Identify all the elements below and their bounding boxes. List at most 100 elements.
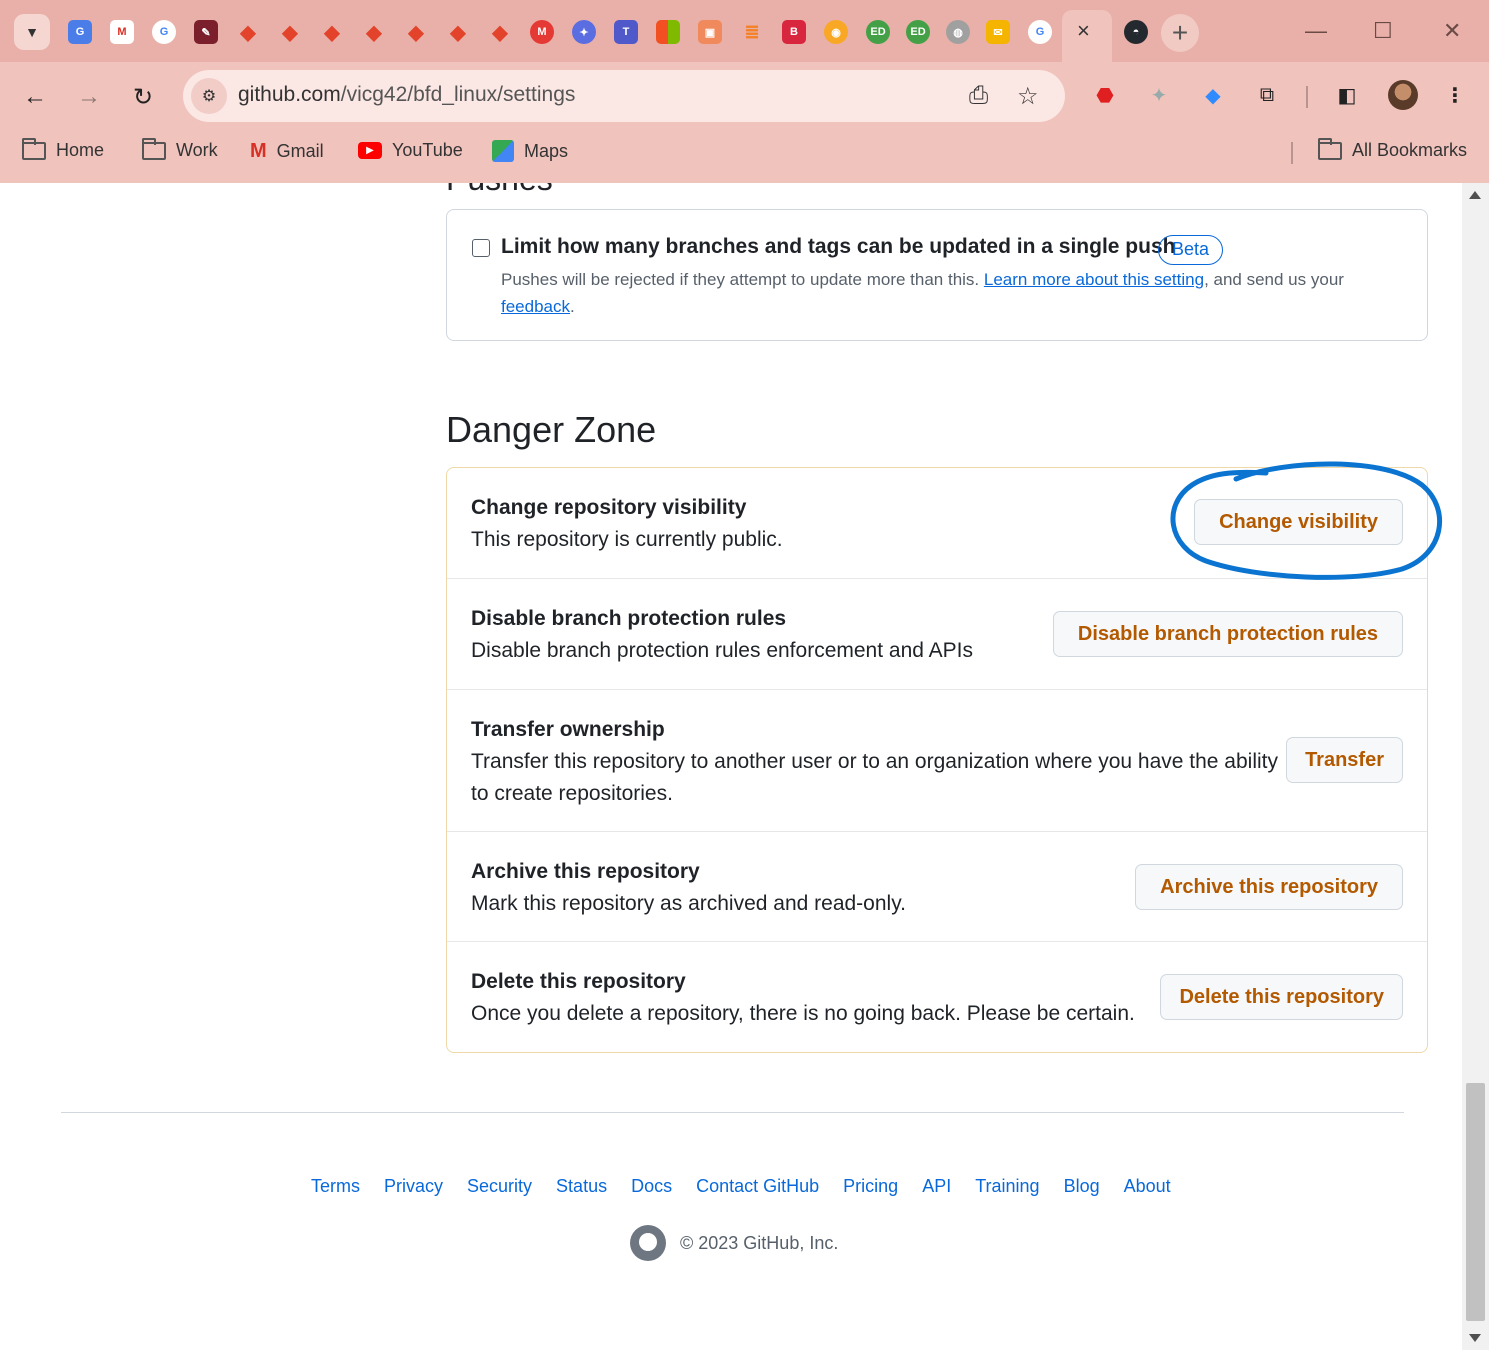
microsoft-tab-icon[interactable] — [656, 20, 680, 44]
copilot-tab-icon[interactable]: ✦ — [572, 20, 596, 44]
globe-tab-icon[interactable]: ◍ — [946, 20, 970, 44]
footer-link-about[interactable]: About — [1124, 1176, 1171, 1197]
tab-close-icon[interactable]: × — [1077, 19, 1090, 43]
bookmark-maps[interactable]: Maps — [492, 140, 568, 162]
extensions-puzzle-icon[interactable]: ⧉ — [1252, 80, 1282, 110]
app-tab-icon[interactable]: ✎ — [194, 20, 218, 44]
danger-row-archive: Archive this repository Mark this reposi… — [447, 831, 1427, 941]
footer-link-status[interactable]: Status — [556, 1176, 607, 1197]
window-close-icon[interactable]: ✕ — [1443, 16, 1461, 46]
row-title: Change repository visibility — [471, 496, 747, 519]
url-domain: github.com — [238, 83, 341, 106]
bookmark-work[interactable]: Work — [142, 137, 218, 161]
ed-tab-icon[interactable]: ED — [906, 20, 930, 44]
transfer-button[interactable]: Transfer — [1286, 737, 1403, 783]
limit-pushes-label[interactable]: Limit how many branches and tags can be … — [501, 235, 1175, 259]
row-title: Delete this repository — [471, 970, 686, 993]
bookmark-label: Gmail — [276, 141, 324, 161]
delete-repository-button[interactable]: Delete this repository — [1160, 974, 1403, 1020]
app-tab-icon[interactable]: ◉ — [824, 20, 848, 44]
forward-icon[interactable]: → — [72, 80, 106, 114]
github-tab-icon[interactable]: ◓ — [1124, 20, 1148, 44]
maximize-icon[interactable]: ☐ — [1373, 16, 1393, 46]
profile-avatar[interactable] — [1388, 80, 1418, 110]
gitlab-tab-icon[interactable]: ◆ — [404, 20, 428, 44]
side-panel-icon[interactable]: ◧ — [1332, 80, 1362, 110]
install-app-icon[interactable]: ⎙ — [969, 82, 988, 110]
gitlab-tab-icon[interactable]: ◆ — [278, 20, 302, 44]
desc-text: , and send us your — [1204, 270, 1344, 289]
site-info-icon[interactable]: ⚙ — [191, 78, 227, 114]
microchip-tab-icon[interactable]: M — [530, 20, 554, 44]
youtube-icon: ▶ — [358, 142, 382, 159]
scrollbar-thumb[interactable] — [1466, 1083, 1485, 1321]
scroll-up-icon[interactable] — [1469, 191, 1481, 199]
footer-link-api[interactable]: API — [922, 1176, 951, 1197]
limit-pushes-checkbox[interactable] — [472, 239, 490, 257]
url-path: /vicg42/bfd_linux/settings — [340, 83, 576, 106]
address-bar[interactable]: ⚙ github.com/vicg42/bfd_linux/settings ⎙… — [183, 70, 1065, 122]
footer-link-pricing[interactable]: Pricing — [843, 1176, 898, 1197]
footer-link-terms[interactable]: Terms — [311, 1176, 360, 1197]
footer-link-docs[interactable]: Docs — [631, 1176, 672, 1197]
bookmark-gmail[interactable]: M Gmail — [250, 140, 324, 163]
learn-more-link[interactable]: Learn more about this setting — [984, 270, 1204, 289]
adblock-extension-icon[interactable]: ⬣ — [1090, 80, 1120, 110]
google-translate-tab-icon[interactable]: G — [68, 20, 92, 44]
mail-tab-icon[interactable]: ✉ — [986, 20, 1010, 44]
gitlab-tab-icon[interactable]: ◆ — [320, 20, 344, 44]
gitlab-tab-icon[interactable]: ◆ — [488, 20, 512, 44]
bookmark-label: Work — [176, 140, 218, 160]
bookmarks-bar: Home Work M Gmail ▶ YouTube Maps All Boo… — [0, 132, 1489, 172]
browser-toolbar: ← → ↻ ⚙ github.com/vicg42/bfd_linux/sett… — [0, 62, 1489, 132]
bookmark-home[interactable]: Home — [22, 137, 105, 161]
footer-link-security[interactable]: Security — [467, 1176, 532, 1197]
app-tab-icon[interactable]: ▣ — [698, 20, 722, 44]
limit-pushes-description: Pushes will be rejected if they attempt … — [501, 266, 1411, 320]
row-description: Disable branch protection rules enforcem… — [471, 639, 973, 662]
google-tab-icon[interactable]: G — [152, 20, 176, 44]
scroll-down-icon[interactable] — [1469, 1334, 1481, 1342]
archive-repository-button[interactable]: Archive this repository — [1135, 864, 1403, 910]
footer-links: Terms Privacy Security Status Docs Conta… — [311, 1176, 1171, 1197]
gmail-tab-icon[interactable]: M — [110, 20, 134, 44]
more-menu-icon[interactable]: ⋮ — [1440, 80, 1470, 110]
tab-search-button[interactable]: ▼ — [14, 14, 50, 50]
stackoverflow-tab-icon[interactable]: ≣ — [740, 20, 764, 44]
vpn-extension-icon[interactable]: ◆ — [1198, 80, 1228, 110]
reload-icon[interactable]: ↻ — [126, 80, 160, 114]
new-tab-button[interactable]: + — [1161, 14, 1199, 52]
all-bookmarks[interactable]: All Bookmarks — [1318, 137, 1467, 161]
bookmark-star-icon[interactable]: ☆ — [1017, 82, 1039, 111]
bookmark-youtube[interactable]: ▶ YouTube — [358, 140, 463, 161]
footer-copyright: © 2023 GitHub, Inc. — [630, 1225, 838, 1261]
brave-tab-icon[interactable]: B — [782, 20, 806, 44]
bookmark-label: Home — [56, 140, 105, 160]
row-description: Transfer this repository to another user… — [471, 750, 1278, 805]
github-logo-icon[interactable] — [630, 1225, 666, 1261]
footer-link-privacy[interactable]: Privacy — [384, 1176, 443, 1197]
footer-link-training[interactable]: Training — [975, 1176, 1039, 1197]
gitlab-tab-icon[interactable]: ◆ — [362, 20, 386, 44]
footer-link-contact[interactable]: Contact GitHub — [696, 1176, 819, 1197]
ed-tab-icon[interactable]: ED — [866, 20, 890, 44]
danger-zone-title: Danger Zone — [446, 409, 657, 450]
feedback-link[interactable]: feedback — [501, 297, 570, 316]
footer-divider — [61, 1112, 1404, 1113]
disable-branch-protection-button[interactable]: Disable branch protection rules — [1052, 611, 1403, 657]
folder-icon — [22, 137, 46, 160]
gitlab-tab-icon[interactable]: ◆ — [236, 20, 260, 44]
danger-row-delete: Delete this repository Once you delete a… — [447, 941, 1427, 1052]
url-text[interactable]: github.com/vicg42/bfd_linux/settings — [238, 83, 575, 107]
minimize-icon[interactable]: — — [1305, 16, 1327, 46]
teams-tab-icon[interactable]: T — [614, 20, 638, 44]
vertical-scrollbar[interactable] — [1462, 183, 1489, 1350]
google-tab-icon[interactable]: G — [1028, 20, 1052, 44]
change-visibility-button[interactable]: Change visibility — [1194, 499, 1403, 545]
back-icon[interactable]: ← — [18, 80, 52, 114]
bookmarks-divider — [1291, 142, 1293, 164]
extension-icon[interactable]: ✦ — [1144, 80, 1174, 110]
footer-link-blog[interactable]: Blog — [1064, 1176, 1100, 1197]
row-title: Transfer ownership — [471, 718, 665, 741]
gitlab-tab-icon[interactable]: ◆ — [446, 20, 470, 44]
